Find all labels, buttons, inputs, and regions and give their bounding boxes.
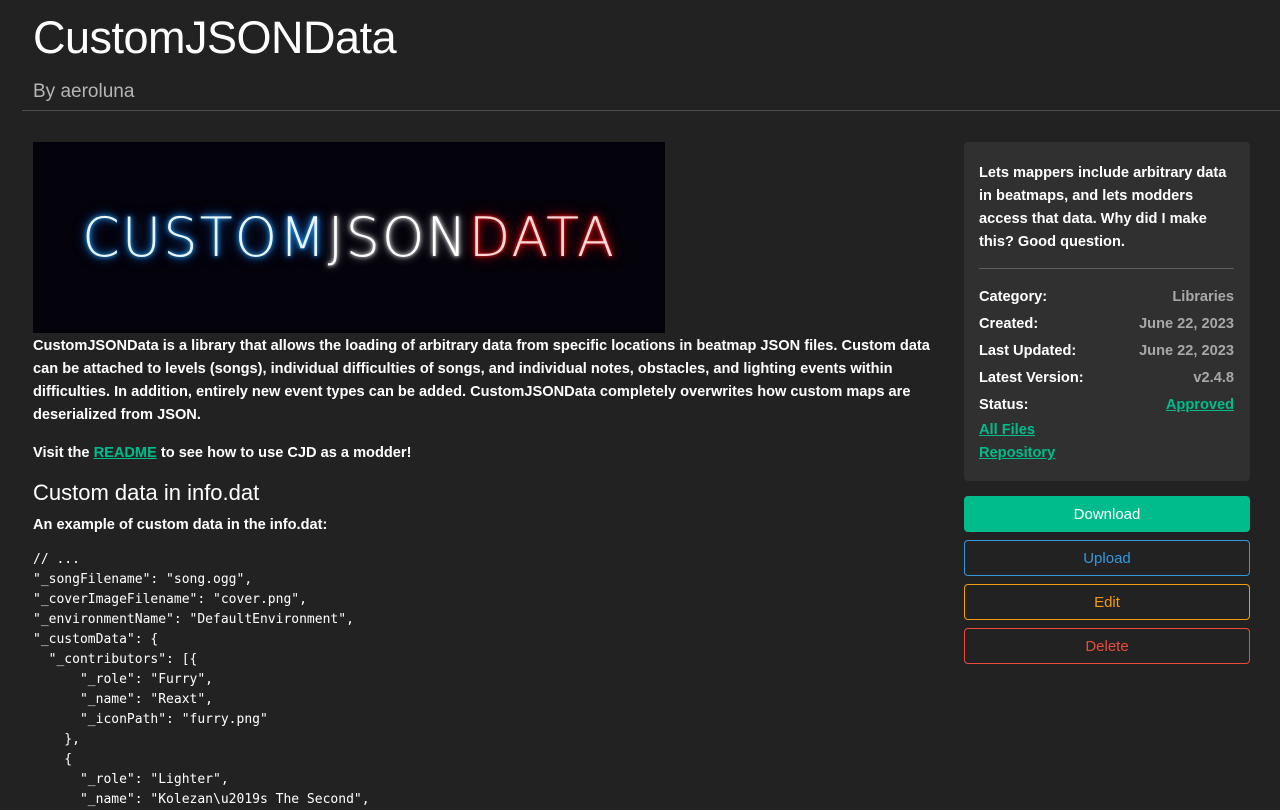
author-byline: By aeroluna xyxy=(33,81,135,102)
status-approved-link[interactable]: Approved xyxy=(1166,392,1234,419)
download-button[interactable]: Download xyxy=(964,496,1250,532)
code-line: "_role": "Furry", xyxy=(33,672,214,687)
delete-button[interactable]: Delete xyxy=(964,628,1250,664)
page-title: CustomJSONData xyxy=(33,12,397,63)
all-files-link[interactable]: All Files xyxy=(979,419,1234,442)
page-header: CustomJSONData By aeroluna xyxy=(0,0,1280,112)
code-line: "_coverImageFilename": "cover.png", xyxy=(33,592,307,607)
meta-label: Status: xyxy=(979,397,1029,413)
banner-text-json: JSON xyxy=(327,206,469,269)
mod-banner-image: CUSTOM JSON DATA xyxy=(33,142,665,333)
code-line: "_environmentName": "DefaultEnvironment"… xyxy=(33,612,354,627)
code-line: { xyxy=(33,752,73,767)
meta-row-created: Created: June 22, 2023 xyxy=(979,311,1234,338)
meta-label: Category: xyxy=(979,289,1048,305)
code-line: "_name": "Kolezan\u2019s The Second", xyxy=(33,792,370,807)
code-line: "_iconPath": "furry.png" xyxy=(33,712,268,727)
code-line: "_customData": { xyxy=(33,632,159,647)
section-subheading: An example of custom data in the info.da… xyxy=(33,517,328,533)
readme-link[interactable]: README xyxy=(94,445,157,461)
section-heading: Custom data in info.dat xyxy=(33,480,260,505)
meta-row-status: Status: Approved xyxy=(979,392,1234,419)
meta-row-latest-version: Latest Version: v2.4.8 xyxy=(979,365,1234,392)
code-line: // ... xyxy=(33,552,80,567)
meta-value: Libraries xyxy=(1172,289,1234,305)
meta-row-category: Category: Libraries xyxy=(979,284,1234,311)
code-line: "_songFilename": "song.ogg", xyxy=(33,572,253,587)
mod-summary: Lets mappers include arbitrary data in b… xyxy=(979,165,1227,250)
readme-prefix: Visit the xyxy=(33,445,94,461)
code-line: }, xyxy=(33,732,80,747)
banner-text-custom: CUSTOM xyxy=(82,206,328,269)
meta-value: June 22, 2023 xyxy=(1139,316,1234,332)
meta-label: Created: xyxy=(979,316,1039,332)
repository-link[interactable]: Repository xyxy=(979,442,1234,465)
meta-label: Last Updated: xyxy=(979,343,1077,359)
code-block: // ... "_songFilename": "song.ogg", "_cove… xyxy=(33,550,938,810)
readme-suffix: to see how to use CJD as a modder! xyxy=(156,445,412,461)
code-line: "_contributors": [{ xyxy=(33,652,198,667)
code-line: "_name": "Reaxt", xyxy=(33,692,214,707)
header-divider xyxy=(22,110,1280,111)
card-divider xyxy=(979,268,1234,269)
banner-text-data: DATA xyxy=(468,206,616,269)
mod-info-card: Lets mappers include arbitrary data in b… xyxy=(964,142,1250,481)
edit-button[interactable]: Edit xyxy=(964,584,1250,620)
main-content: CUSTOM JSON DATA CustomJSONData is a libra… xyxy=(33,142,938,810)
meta-label: Latest Version: xyxy=(979,370,1084,386)
readme-paragraph: Visit the README to see how to use CJD a… xyxy=(33,442,938,465)
meta-value: v2.4.8 xyxy=(1193,370,1234,386)
meta-row-last-updated: Last Updated: June 22, 2023 xyxy=(979,338,1234,365)
code-line: "_role": "Lighter", xyxy=(33,772,229,787)
mod-description: CustomJSONData is a library that allows … xyxy=(33,338,930,423)
upload-button[interactable]: Upload xyxy=(964,540,1250,576)
sidebar: Lets mappers include arbitrary data in b… xyxy=(964,142,1250,664)
meta-value: June 22, 2023 xyxy=(1139,343,1234,359)
